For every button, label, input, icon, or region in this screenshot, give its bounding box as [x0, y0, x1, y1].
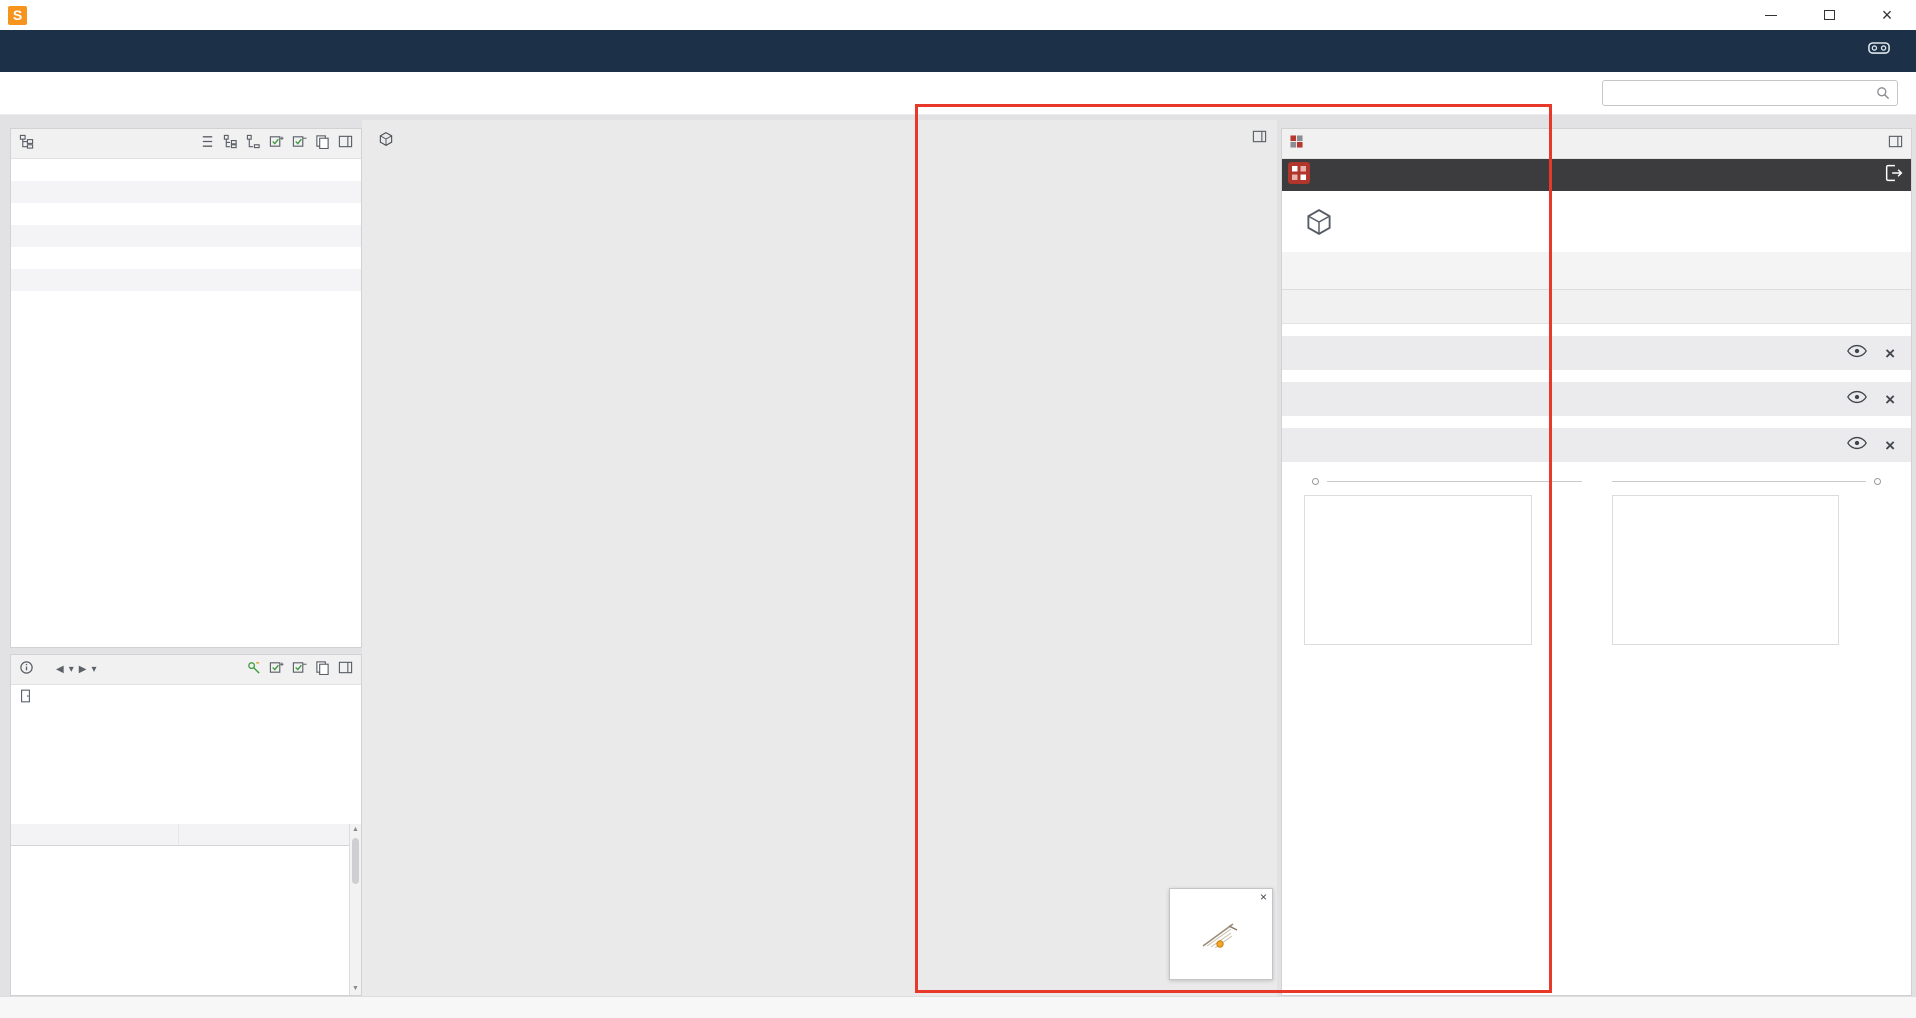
general-section-header: × — [1282, 336, 1911, 370]
maximize-button[interactable] — [1800, 0, 1858, 30]
drofus-toolbar-strip — [1282, 159, 1911, 191]
ribbon-bar — [0, 30, 1916, 72]
info-table-header — [11, 824, 361, 846]
connector-node-icon — [1874, 478, 1881, 485]
info-panel: ◀ ▾ ▶ ▾ — [10, 654, 362, 996]
system-section-header: × — [1282, 428, 1911, 462]
info-panel-icon — [19, 660, 34, 680]
roof-thumbnail — [1170, 903, 1272, 967]
drofus-logo-icon — [1288, 162, 1310, 189]
eye-icon[interactable] — [1847, 344, 1867, 362]
drofus-panel: × × × — [1281, 128, 1912, 996]
connector-node-icon — [1312, 478, 1319, 485]
primary-system-list[interactable] — [1304, 495, 1532, 645]
solibri-app-window: S × — [0, 0, 1916, 1018]
close-icon: × — [1882, 6, 1893, 24]
dock-icon[interactable] — [1888, 134, 1903, 154]
dock-icon[interactable] — [338, 134, 353, 154]
dock-icon[interactable] — [338, 660, 353, 680]
checkbox-select-icon[interactable] — [269, 660, 284, 680]
copy-icon[interactable] — [315, 660, 330, 680]
scrollbar-thumb[interactable] — [352, 838, 359, 884]
eye-icon[interactable] — [1847, 436, 1867, 454]
workspace: × — [0, 115, 1916, 996]
title-bar: S × — [0, 0, 1916, 30]
doors-svg — [362, 120, 1277, 996]
search-icon — [1875, 85, 1891, 101]
info-table: ▲ ▼ — [11, 824, 361, 995]
maximize-icon — [1824, 10, 1835, 20]
views-goggles-icon[interactable] — [1868, 41, 1890, 61]
viewport-3d[interactable]: × — [362, 120, 1277, 996]
viewport-dock-icon[interactable] — [1252, 129, 1267, 149]
solibri-logo-icon: S — [8, 6, 27, 25]
checkbox-select-icon[interactable] — [269, 134, 284, 154]
scroll-down-icon[interactable]: ▼ — [350, 983, 361, 995]
next-object-button[interactable]: ▶ — [79, 664, 87, 675]
model-tree-icon — [19, 134, 34, 154]
tree-group-icon-1[interactable] — [223, 134, 238, 154]
status-bar — [0, 996, 1916, 1018]
next-dropdown-icon[interactable]: ▾ — [91, 664, 96, 675]
minimize-icon — [1765, 15, 1777, 16]
eye-icon[interactable] — [1847, 390, 1867, 408]
room-section-header: × — [1282, 382, 1911, 416]
cube-icon — [378, 131, 394, 150]
prev-dropdown-icon[interactable]: ▾ — [69, 664, 74, 675]
drofus-tabs — [1282, 252, 1911, 290]
model-tree-panel — [10, 128, 362, 648]
section-close-icon[interactable]: × — [1885, 391, 1895, 408]
roof-main-overlay[interactable]: × — [1169, 888, 1273, 980]
has-systems-list[interactable] — [1612, 495, 1840, 645]
model-tree-empty-area — [11, 159, 361, 299]
view-label — [378, 131, 400, 150]
minimize-button[interactable] — [1742, 0, 1800, 30]
prev-object-button[interactable]: ◀ — [56, 664, 64, 675]
selected-object-row — [11, 685, 361, 709]
drofus-actions — [1282, 290, 1911, 324]
drofus-panel-icon — [1290, 135, 1303, 153]
occurrence-cube-icon — [1304, 207, 1334, 242]
info-table-scrollbar[interactable]: ▲ ▼ — [349, 824, 361, 995]
close-button[interactable]: × — [1858, 0, 1916, 30]
scroll-up-icon[interactable]: ▲ — [350, 824, 361, 836]
connector-line — [1612, 481, 1867, 482]
section-close-icon[interactable]: × — [1885, 437, 1895, 454]
checkbox-deselect-icon[interactable] — [292, 660, 307, 680]
section-close-icon[interactable]: × — [1885, 345, 1895, 362]
search-input[interactable] — [1602, 80, 1898, 106]
main-toolbar — [0, 72, 1916, 115]
connector-line — [1327, 481, 1582, 482]
tree-view-mode-icon[interactable] — [200, 134, 215, 154]
highlight-in-model-icon[interactable] — [246, 660, 261, 680]
tree-group-icon-2[interactable] — [246, 134, 261, 154]
checkbox-deselect-icon[interactable] — [292, 134, 307, 154]
door-icon — [20, 689, 31, 706]
open-in-drofus-icon[interactable] — [1883, 162, 1905, 189]
overlay-close-icon[interactable]: × — [1260, 891, 1267, 903]
copy-icon[interactable] — [315, 134, 330, 154]
system-diagram — [1282, 462, 1911, 645]
